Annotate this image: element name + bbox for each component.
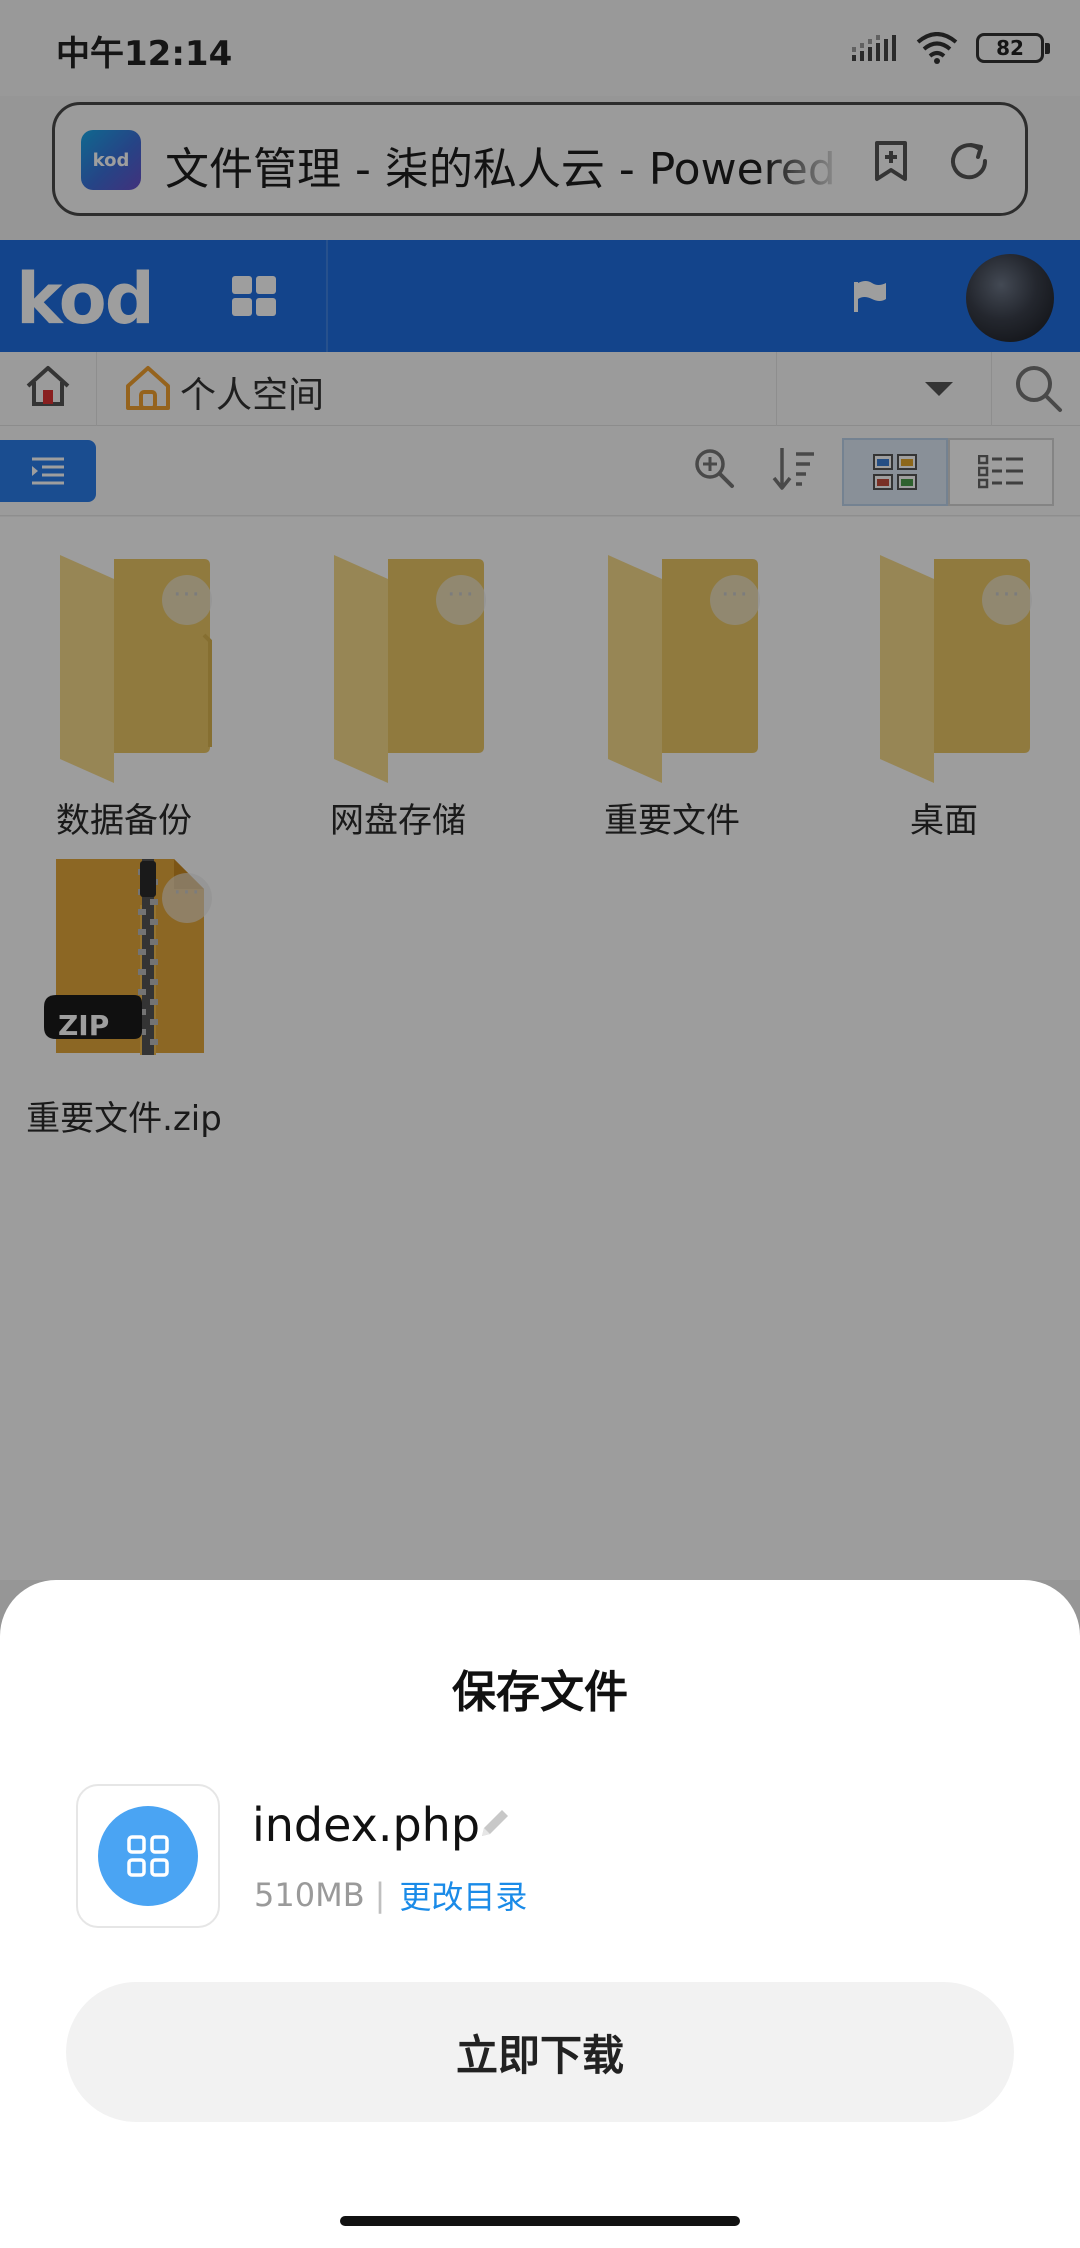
file-type-icon [98,1806,198,1906]
file-meta: 510MB | 更改目录 [254,1872,527,1918]
file-size: 510MB [254,1876,365,1914]
save-file-dialog: 保存文件 index.php 510MB | 更改目录 立即下载 [0,1580,1080,2248]
change-directory-link[interactable]: 更改目录 [399,1872,527,1918]
dialog-title: 保存文件 [452,1667,628,1718]
meta-separator: | [374,1876,386,1914]
download-file-name: index.php [252,1798,481,1852]
file-type-icon-box [76,1784,220,1928]
home-indicator[interactable] [340,2216,740,2226]
edit-name-icon[interactable] [476,1806,512,1842]
download-now-button[interactable]: 立即下载 [66,1982,1014,2122]
